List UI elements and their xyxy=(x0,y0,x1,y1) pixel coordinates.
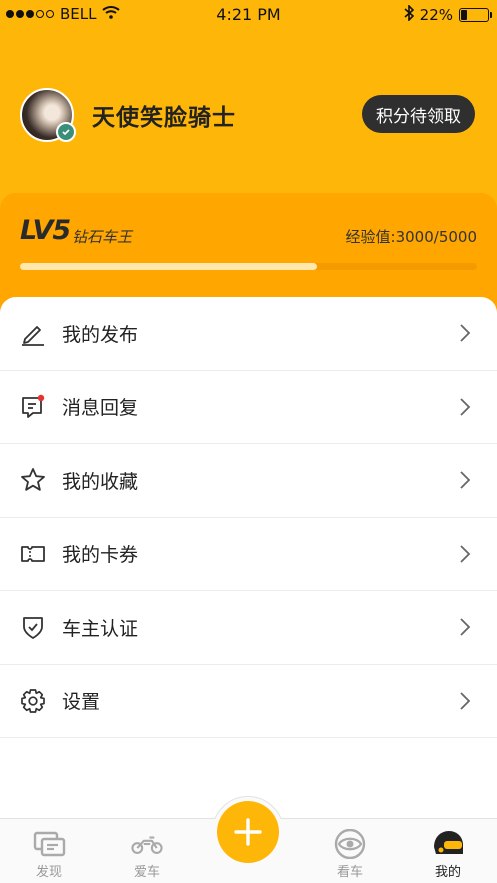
menu-item-message-replies[interactable]: 消息回复 xyxy=(0,371,497,444)
bluetooth-icon xyxy=(404,4,414,25)
gear-icon xyxy=(20,688,46,714)
menu-item-settings[interactable]: 设置 xyxy=(0,665,497,738)
menu-item-label: 车主认证 xyxy=(62,617,139,640)
menu-item-label: 我的卡券 xyxy=(62,544,139,567)
menu-item-my-posts[interactable]: 我的发布 xyxy=(0,297,497,371)
avatar[interactable] xyxy=(20,88,76,142)
level-code: LV5 xyxy=(20,215,71,246)
chevron-right-icon xyxy=(460,471,471,489)
plus-icon xyxy=(234,818,262,846)
menu-list: 我的发布 消息回复 我的收藏 我的卡券 车主认证 设置 xyxy=(0,297,497,817)
shield-check-icon xyxy=(20,614,46,640)
chevron-right-icon xyxy=(460,398,471,416)
status-bar: BELL 4:21 PM 22% xyxy=(0,0,497,28)
tab-label: 我的 xyxy=(434,865,461,880)
experience-text: 经验值:3000/5000 xyxy=(345,228,477,246)
menu-item-label: 我的收藏 xyxy=(62,470,139,493)
tab-browse-cars[interactable]: 看车 xyxy=(310,819,390,883)
chevron-right-icon xyxy=(460,545,471,563)
username: 天使笑脸骑士 xyxy=(92,105,236,131)
menu-item-label: 设置 xyxy=(62,691,101,714)
profile-row[interactable]: 天使笑脸骑士 xyxy=(20,88,236,142)
helmet-icon xyxy=(431,829,465,859)
verified-badge-icon xyxy=(56,122,76,142)
menu-item-label: 我的发布 xyxy=(62,323,139,346)
chevron-right-icon xyxy=(460,618,471,636)
menu-item-owner-verification[interactable]: 车主认证 xyxy=(0,591,497,665)
discover-icon xyxy=(32,829,66,859)
tab-my-car[interactable]: 爱车 xyxy=(107,819,187,883)
battery-percent: 22% xyxy=(419,6,453,24)
tab-mine[interactable]: 我的 xyxy=(408,819,488,883)
points-claim-button[interactable]: 积分待领取 xyxy=(362,95,475,133)
motorcycle-icon xyxy=(130,829,164,859)
battery-icon xyxy=(459,8,492,22)
message-icon xyxy=(20,394,46,420)
experience-progress-bar xyxy=(20,263,477,270)
add-button[interactable] xyxy=(217,801,279,863)
star-icon xyxy=(20,467,46,493)
tab-label: 发现 xyxy=(35,865,62,880)
coupon-icon xyxy=(20,541,46,567)
tab-label: 看车 xyxy=(336,865,363,880)
eye-icon xyxy=(333,829,367,859)
pen-icon xyxy=(20,320,46,347)
tab-label: 爱车 xyxy=(133,865,160,880)
level-name: 钻石车王 xyxy=(72,228,133,246)
experience-progress-fill xyxy=(20,263,318,270)
menu-item-favorites[interactable]: 我的收藏 xyxy=(0,444,497,518)
tab-discover[interactable]: 发现 xyxy=(9,819,89,883)
chevron-right-icon xyxy=(460,324,471,342)
menu-item-coupons[interactable]: 我的卡券 xyxy=(0,518,497,591)
chevron-right-icon xyxy=(460,692,471,710)
menu-item-label: 消息回复 xyxy=(62,397,139,420)
